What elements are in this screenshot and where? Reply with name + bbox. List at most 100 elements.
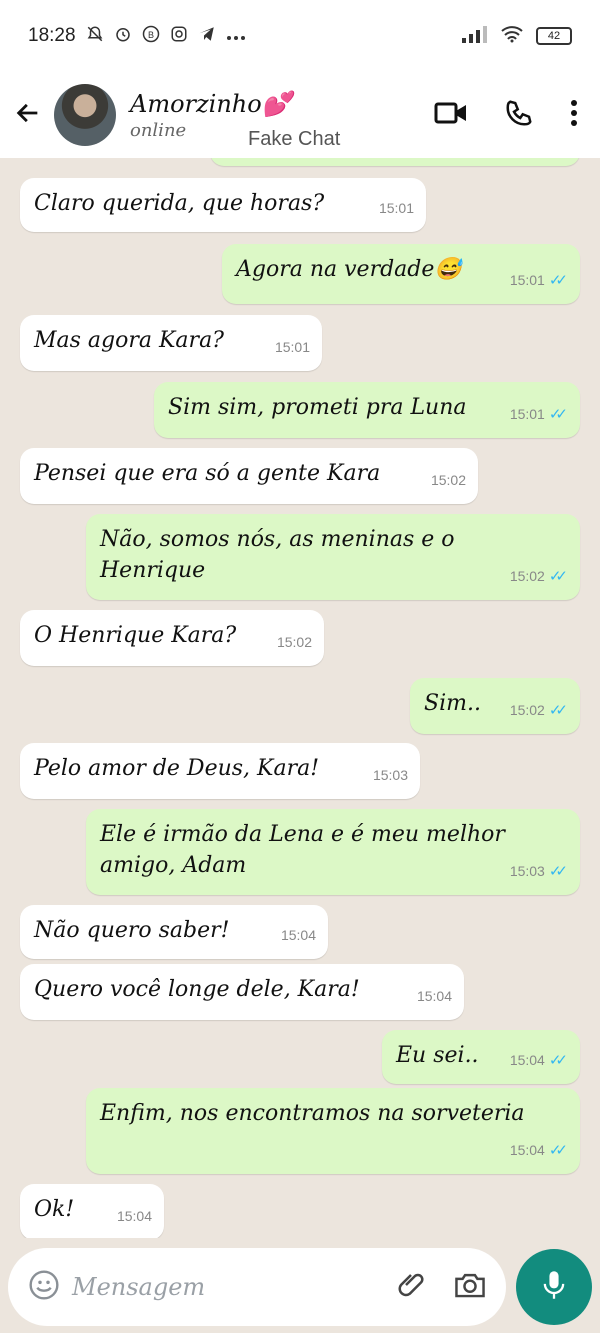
battery-level: 42 bbox=[547, 30, 561, 42]
message-meta: 15:04 bbox=[417, 981, 452, 1012]
alarm-icon bbox=[114, 25, 132, 48]
read-ticks-icon: ✓✓ bbox=[548, 1052, 568, 1069]
message-meta: 15:04 ✓✓ bbox=[510, 1045, 568, 1076]
read-ticks-icon: ✓✓ bbox=[548, 406, 568, 423]
message-meta: 15:02 ✓✓ bbox=[510, 561, 568, 592]
message-text: Mas agora Kara? bbox=[34, 328, 224, 353]
instagram-icon bbox=[170, 25, 188, 48]
message-text: Pelo amor de Deus, Kara! bbox=[34, 756, 320, 781]
input-actions bbox=[396, 1270, 486, 1304]
video-call-icon[interactable] bbox=[434, 100, 468, 130]
message-meta: 15:03 ✓✓ bbox=[510, 856, 568, 887]
chat-area[interactable]: Claro querida, que horas? 15:01 Agora na… bbox=[0, 158, 600, 1238]
message-meta: 15:01 ✓✓ bbox=[510, 265, 568, 296]
message-text: Ok! bbox=[34, 1197, 75, 1222]
message-text: O Henrique Kara? bbox=[34, 623, 237, 648]
message-bubble[interactable]: Ele é irmão da Lena e é meu melhor amigo… bbox=[86, 809, 580, 895]
message-meta: 15:04 bbox=[117, 1201, 152, 1232]
message-bubble[interactable]: Ok! 15:04 bbox=[20, 1184, 164, 1238]
message-bubble[interactable]: Claro querida, que horas? 15:01 bbox=[20, 178, 426, 232]
status-bar: 18:28 B 42 bbox=[0, 0, 600, 72]
message-meta: 15:01 ✓✓ bbox=[510, 399, 568, 430]
message-meta: 15:04 ✓✓ bbox=[510, 1135, 568, 1166]
mic-icon bbox=[540, 1269, 568, 1305]
svg-text:B: B bbox=[148, 29, 154, 39]
message-time: 15:03 bbox=[372, 767, 408, 783]
wifi-icon bbox=[500, 25, 524, 48]
message-meta: 15:01 bbox=[275, 332, 310, 363]
message-text: Claro querida, que horas? bbox=[34, 191, 325, 216]
menu-icon[interactable] bbox=[570, 99, 578, 131]
message-bubble[interactable]: Agora na verdade😅 15:01 ✓✓ bbox=[222, 244, 580, 304]
contact-name: Amorzinho💕 bbox=[130, 89, 292, 118]
mic-button[interactable] bbox=[516, 1249, 592, 1325]
message-bubble[interactable]: Não quero saber! 15:04 bbox=[20, 905, 328, 959]
message-time: 15:02 bbox=[430, 472, 466, 488]
read-ticks-icon: ✓✓ bbox=[548, 702, 568, 719]
mute-icon bbox=[86, 25, 104, 48]
message-text: Eu sei.. bbox=[396, 1043, 479, 1068]
message-bubble[interactable]: Pelo amor de Deus, Kara! 15:03 bbox=[20, 743, 420, 799]
more-icon bbox=[226, 26, 246, 46]
signal-icon bbox=[462, 25, 488, 48]
header-actions bbox=[434, 98, 578, 132]
message-time: 15:01 bbox=[274, 339, 310, 355]
message-bubble[interactable]: Pensei que era só a gente Kara 15:02 bbox=[20, 448, 478, 504]
read-ticks-icon: ✓✓ bbox=[548, 1142, 568, 1159]
emoji-icon[interactable] bbox=[28, 1269, 60, 1305]
message-text: Ele é irmão da Lena e é meu melhor amigo… bbox=[100, 822, 505, 878]
message-bubble[interactable]: Quero você longe dele, Kara! 15:04 bbox=[20, 964, 464, 1020]
message-bubble[interactable]: Sim sim, prometi pra Luna 15:01 ✓✓ bbox=[154, 382, 580, 438]
message-text: Quero você longe dele, Kara! bbox=[34, 977, 360, 1002]
attach-icon[interactable] bbox=[396, 1270, 426, 1304]
message-text: Não, somos nós, as meninas e o Henrique bbox=[100, 527, 455, 583]
b-icon: B bbox=[142, 25, 160, 48]
camera-icon[interactable] bbox=[454, 1271, 486, 1303]
message-meta: 15:02 bbox=[277, 627, 312, 658]
message-bubble[interactable]: Mas agora Kara? 15:01 bbox=[20, 315, 322, 371]
status-time: 18:28 bbox=[28, 25, 76, 46]
message-input[interactable]: Mensagem bbox=[72, 1273, 205, 1301]
message-time: 15:04 bbox=[280, 927, 316, 943]
message-time: 15:04 bbox=[509, 1142, 545, 1158]
message-text: Não quero saber! bbox=[34, 918, 230, 943]
message-bubble[interactable]: Enfim, nos encontramos na sorveteria 15:… bbox=[86, 1088, 580, 1174]
message-bubble[interactable]: Sim.. 15:02 ✓✓ bbox=[410, 678, 580, 734]
message-text: Enfim, nos encontramos na sorveteria bbox=[100, 1101, 525, 1126]
phone-icon[interactable] bbox=[504, 98, 534, 132]
status-right: 42 bbox=[462, 25, 572, 48]
read-ticks-icon: ✓✓ bbox=[548, 272, 568, 289]
message-input-bar: Mensagem bbox=[8, 1248, 506, 1326]
message-time: 15:02 bbox=[276, 634, 312, 650]
message-time: 15:02 bbox=[509, 568, 545, 584]
message-time: 15:04 bbox=[116, 1208, 152, 1224]
message-meta: 15:02 bbox=[431, 465, 466, 496]
message-time: 15:03 bbox=[509, 863, 545, 879]
message-meta: 15:04 bbox=[281, 920, 316, 951]
read-ticks-icon: ✓✓ bbox=[548, 863, 568, 880]
message-bubble[interactable]: Eu sei.. 15:04 ✓✓ bbox=[382, 1030, 580, 1084]
watermark: Fake Chat bbox=[248, 128, 341, 150]
battery-icon: 42 bbox=[536, 27, 572, 45]
message-time: 15:01 bbox=[378, 200, 414, 216]
message-text: Sim.. bbox=[424, 691, 481, 716]
message-meta: 15:01 bbox=[379, 193, 414, 224]
telegram-icon bbox=[198, 25, 216, 48]
message-time: 15:04 bbox=[509, 1052, 545, 1068]
message-time: 15:04 bbox=[416, 988, 452, 1004]
status-icons: B bbox=[86, 25, 246, 48]
back-button[interactable] bbox=[2, 89, 54, 141]
message-text: Sim sim, prometi pra Luna bbox=[168, 395, 467, 420]
avatar[interactable] bbox=[54, 84, 116, 146]
message-bubble[interactable]: O Henrique Kara? 15:02 bbox=[20, 610, 324, 666]
message-meta: 15:03 bbox=[373, 760, 408, 791]
message-meta: 15:02 ✓✓ bbox=[510, 695, 568, 726]
message-bubble[interactable]: Não, somos nós, as meninas e o Henrique … bbox=[86, 514, 580, 600]
message-text: Pensei que era só a gente Kara bbox=[34, 461, 381, 486]
read-ticks-icon: ✓✓ bbox=[548, 568, 568, 585]
message-time: 15:01 bbox=[509, 406, 545, 422]
message-time: 15:01 bbox=[509, 272, 545, 288]
message-text: Agora na verdade😅 bbox=[236, 257, 462, 282]
message-time: 15:02 bbox=[509, 702, 545, 718]
back-arrow-icon bbox=[14, 99, 42, 131]
